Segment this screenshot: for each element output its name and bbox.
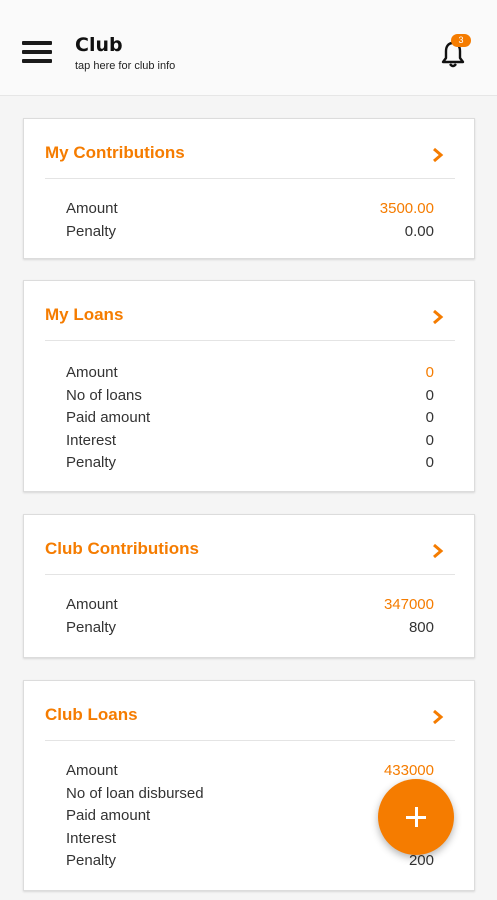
- add-fab-button[interactable]: [378, 779, 454, 855]
- row-label: Amount: [66, 596, 118, 613]
- card-rows: Amount 0 No of loans 0 Paid amount 0 Intere…: [66, 363, 434, 476]
- row-label: Amount: [66, 762, 118, 779]
- row-interest: Interest 0: [66, 431, 434, 454]
- card-header-my-loans[interactable]: My Loans: [45, 281, 455, 341]
- row-amount: Amount 433000: [66, 761, 434, 784]
- card-my-contributions: My Contributions Amount 3500.00 Penalty 0.…: [23, 118, 475, 259]
- row-label: Penalty: [66, 618, 117, 636]
- page-title: Club: [75, 34, 123, 56]
- row-label: Penalty: [66, 454, 117, 471]
- row-amount: Amount 3500.00: [66, 199, 434, 222]
- row-penalty: Penalty 0: [66, 453, 434, 476]
- card-title: My Loans: [45, 305, 124, 324]
- row-penalty: Penalty 0.00: [66, 222, 434, 245]
- row-no-of-loan-disbursed: No of loan disbursed: [66, 784, 434, 807]
- chevron-right-icon: [433, 309, 444, 325]
- card-club-contributions: Club Contributions Amount 347000 Penalty 8…: [23, 514, 475, 658]
- chevron-right-icon: [433, 709, 444, 725]
- row-value: 0: [425, 364, 434, 381]
- row-value: 0: [425, 431, 434, 449]
- row-value: 347000: [383, 596, 434, 613]
- row-value: 3500.00: [379, 200, 434, 217]
- row-label: Interest: [66, 829, 117, 847]
- card-title: Club Loans: [45, 705, 138, 724]
- row-interest: Interest: [66, 829, 434, 852]
- hamburger-menu-icon[interactable]: [22, 41, 52, 67]
- row-value: 800: [408, 618, 434, 636]
- row-value: 433000: [383, 762, 434, 779]
- row-label: No of loans: [66, 386, 142, 404]
- row-label: No of loan disbursed: [66, 784, 204, 802]
- row-value: 0: [425, 409, 434, 426]
- row-penalty: Penalty 800: [66, 618, 434, 641]
- row-label: Penalty: [66, 222, 117, 240]
- row-label: Penalty: [66, 852, 117, 869]
- row-label: Paid amount: [66, 409, 151, 426]
- row-label: Amount: [66, 364, 118, 381]
- page-subtitle: tap here for club info: [75, 60, 176, 72]
- row-label: Amount: [66, 200, 118, 217]
- app-bar: Club tap here for club info 3: [0, 0, 497, 96]
- card-title: Club Contributions: [45, 539, 199, 558]
- row-value: 0: [425, 454, 434, 471]
- notification-count-badge: 3: [451, 34, 471, 47]
- club-info-header[interactable]: Club tap here for club info: [75, 34, 175, 72]
- row-label: Paid amount: [66, 807, 151, 824]
- card-header-club-loans[interactable]: Club Loans: [45, 681, 455, 741]
- card-my-loans: My Loans Amount 0 No of loans 0 Paid amoun…: [23, 280, 475, 492]
- row-value: 0: [425, 386, 434, 404]
- row-paid-amount: Paid amount 0: [66, 408, 434, 431]
- chevron-right-icon: [433, 543, 444, 559]
- notifications-button[interactable]: 3: [438, 34, 472, 70]
- row-value: 0.00: [404, 222, 434, 240]
- row-label: Interest: [66, 431, 117, 449]
- card-rows: Amount 347000 Penalty 800: [66, 595, 434, 640]
- chevron-right-icon: [433, 147, 444, 163]
- card-rows: Amount 3500.00 Penalty 0.00: [66, 199, 434, 244]
- row-penalty: Penalty 200: [66, 851, 434, 874]
- card-title: My Contributions: [45, 143, 185, 162]
- card-header-my-contributions[interactable]: My Contributions: [45, 119, 455, 179]
- row-amount: Amount 0: [66, 363, 434, 386]
- row-amount: Amount 347000: [66, 595, 434, 618]
- card-header-club-contributions[interactable]: Club Contributions: [45, 515, 455, 575]
- row-no-of-loans: No of loans 0: [66, 386, 434, 409]
